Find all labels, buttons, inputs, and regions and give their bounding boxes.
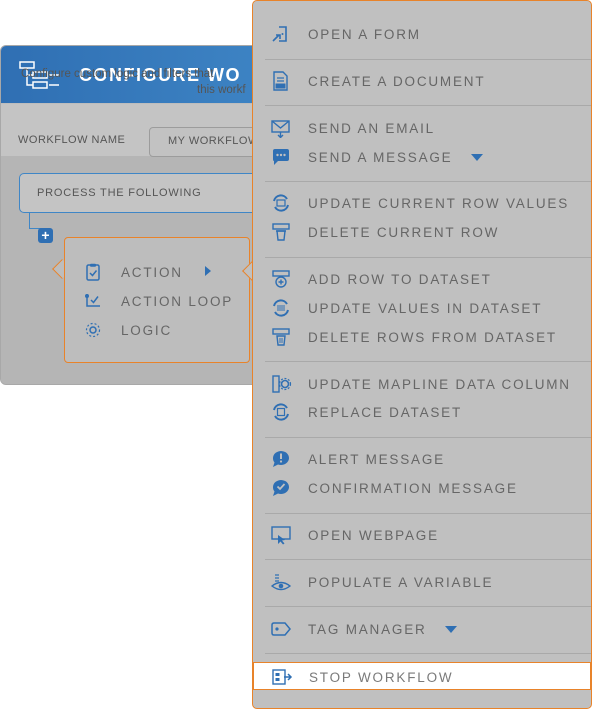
process-following-block[interactable]: PROCESS THE FOLLOWING	[19, 173, 279, 213]
menu-item-label: SEND AN EMAIL	[308, 120, 435, 136]
replace-dataset-icon	[273, 403, 289, 421]
stop-workflow-content: STOP WORKFLOW	[271, 666, 453, 688]
form-icon	[272, 26, 287, 42]
menu-item-label: ADD ROW TO DATASET	[308, 271, 492, 287]
menu-item-open-webpage[interactable]: OPEN WEBPAGE	[270, 524, 439, 546]
popover-item-label: ACTION	[121, 264, 183, 280]
menu-item-tag-manager[interactable]: TAG MANAGER	[270, 618, 457, 640]
workflow-name-label: WORKFLOW NAME	[18, 134, 126, 146]
logic-gear-icon	[85, 322, 101, 338]
menu-item-label: CREATE A DOCUMENT	[308, 73, 486, 89]
delete-row-icon	[272, 223, 290, 241]
menu-divider	[265, 181, 591, 182]
menu-item-update-mapline-data-column[interactable]: UPDATE MAPLINE DATA COLUMN	[270, 373, 571, 395]
refresh-row-icon	[273, 194, 289, 212]
alert-bubble-icon	[272, 451, 289, 467]
menu-item-create-a-document[interactable]: CREATE A DOCUMENT	[270, 70, 485, 92]
data-column-gear-icon	[272, 375, 292, 393]
dialog-description: Configure custom logic and filters that	[21, 68, 214, 80]
menu-divider	[265, 606, 591, 607]
menu-item-label: UPDATE MAPLINE DATA COLUMN	[308, 376, 571, 392]
menu-item-send-an-email[interactable]: SEND AN EMAIL	[270, 117, 435, 139]
delete-rows-icon	[272, 328, 290, 346]
menu-item-update-current-row-values[interactable]: UPDATE CURRENT ROW VALUES	[270, 192, 569, 214]
menu-item-label: TAG MANAGER	[308, 621, 427, 637]
menu-divider	[265, 559, 591, 560]
menu-item-send-a-message[interactable]: SEND A MESSAGE	[270, 146, 483, 168]
add-step-button[interactable]: +	[38, 228, 53, 243]
chat-bubble-icon	[273, 149, 289, 165]
menu-item-label: STOP WORKFLOW	[309, 669, 454, 685]
chevron-down-icon[interactable]	[470, 153, 483, 161]
dialog-description-cont: this workf	[197, 84, 246, 96]
confirm-bubble-icon	[272, 480, 289, 496]
pdf-document-icon	[273, 71, 288, 91]
menu-item-label: UPDATE VALUES IN DATASET	[308, 300, 543, 316]
menu-item-label: CONFIRMATION MESSAGE	[308, 480, 518, 496]
add-row-icon	[272, 270, 290, 288]
menu-item-update-values-in-dataset[interactable]: UPDATE VALUES IN DATASET	[270, 297, 542, 319]
action-menu: OPEN A FORM CREATE A DOCUMENT SEND AN EM…	[252, 0, 592, 709]
menu-item-label: DELETE CURRENT ROW	[308, 224, 500, 240]
menu-item-alert-message[interactable]: ALERT MESSAGE	[270, 448, 445, 470]
menu-item-delete-current-row[interactable]: DELETE CURRENT ROW	[270, 221, 499, 243]
menu-divider	[265, 653, 591, 654]
menu-item-delete-rows-from-dataset[interactable]: DELETE ROWS FROM DATASET	[270, 326, 557, 348]
menu-item-add-row-to-dataset[interactable]: ADD ROW TO DATASET	[270, 268, 492, 290]
menu-item-label: UPDATE CURRENT ROW VALUES	[308, 195, 570, 211]
popover-item-action-loop[interactable]: ACTION LOOP	[83, 292, 233, 310]
menu-item-label: SEND A MESSAGE	[308, 149, 453, 165]
refresh-dataset-icon	[273, 299, 289, 317]
tag-icon	[271, 622, 291, 636]
menu-divider	[265, 437, 591, 438]
menu-divider	[265, 59, 591, 60]
menu-item-label: POPULATE A VARIABLE	[308, 574, 494, 590]
menu-item-label: DELETE ROWS FROM DATASET	[308, 329, 557, 345]
menu-item-label: REPLACE DATASET	[308, 404, 463, 420]
menu-item-label: OPEN A FORM	[308, 26, 421, 42]
popover-item-logic[interactable]: LOGIC	[83, 321, 172, 339]
menu-item-replace-dataset[interactable]: REPLACE DATASET	[270, 401, 462, 423]
chevron-right-icon	[205, 266, 211, 276]
menu-item-populate-a-variable[interactable]: POPULATE A VARIABLE	[270, 571, 493, 593]
menu-item-confirmation-message[interactable]: CONFIRMATION MESSAGE	[270, 477, 518, 499]
popover-item-label: LOGIC	[121, 322, 173, 338]
chevron-down-icon[interactable]	[444, 625, 457, 633]
menu-item-label: OPEN WEBPAGE	[308, 527, 439, 543]
menu-divider	[265, 361, 591, 362]
menu-item-open-a-form[interactable]: OPEN A FORM	[270, 23, 421, 45]
monitor-cursor-icon	[271, 526, 291, 545]
step-type-popover: ACTION ACTION LOOP LOGIC	[64, 237, 250, 363]
menu-divider	[265, 257, 591, 258]
variable-eye-icon	[270, 574, 292, 591]
email-icon	[271, 120, 290, 138]
menu-item-label: ALERT MESSAGE	[308, 451, 445, 467]
menu-divider	[265, 513, 591, 514]
stop-workflow-icon	[272, 669, 293, 685]
popover-item-action[interactable]: ACTION	[83, 263, 183, 281]
menu-item-stop-workflow[interactable]: STOP WORKFLOW	[253, 662, 591, 690]
popover-item-label: ACTION LOOP	[121, 293, 234, 309]
clipboard-check-icon	[86, 263, 100, 281]
loop-check-icon	[85, 294, 100, 307]
menu-divider	[265, 105, 591, 106]
